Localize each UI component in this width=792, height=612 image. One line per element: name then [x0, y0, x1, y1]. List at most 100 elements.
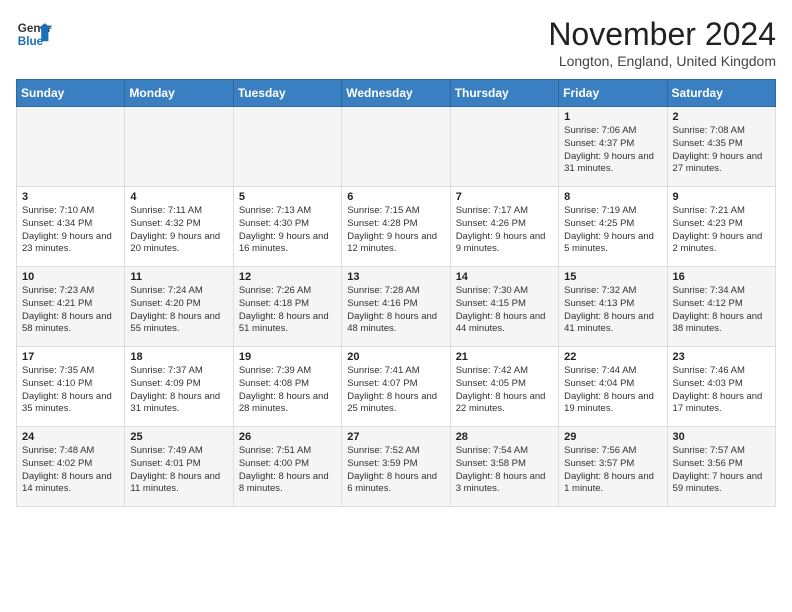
day-number: 27 — [347, 431, 444, 443]
calendar-week-2: 3Sunrise: 7:10 AM Sunset: 4:34 PM Daylig… — [17, 187, 776, 267]
day-number: 19 — [239, 351, 336, 363]
calendar-cell: 2Sunrise: 7:08 AM Sunset: 4:35 PM Daylig… — [667, 107, 775, 187]
day-number: 9 — [673, 191, 770, 203]
day-info: Sunrise: 7:32 AM Sunset: 4:13 PM Dayligh… — [564, 285, 661, 336]
calendar-cell: 14 Sunrise: 7:30 AM Sunset: 4:15 PM Dayli… — [450, 267, 558, 347]
day-info: Sunrise: 7:41 AM Sunset: 4:07 PM Dayligh… — [347, 365, 444, 416]
title-area: November 2024 Longton, England, United K… — [548, 16, 776, 69]
day-info: Sunrise: 7:57 AM Sunset: 3:56 PM Dayligh… — [673, 445, 770, 496]
day-info: Sunrise: 7:06 AM Sunset: 4:37 PM Dayligh… — [564, 125, 661, 176]
day-number: 12 — [239, 271, 336, 283]
calendar-cell: 30 Sunrise: 7:57 AM Sunset: 3:56 PM Dayli… — [667, 427, 775, 507]
calendar-cell: 16Sunrise: 7:34 AM Sunset: 4:12 PM Dayli… — [667, 267, 775, 347]
calendar-cell: 24Sunrise: 7:48 AM Sunset: 4:02 PM Dayli… — [17, 427, 125, 507]
day-info: Sunrise: 7:13 AM Sunset: 4:30 PM Dayligh… — [239, 205, 336, 256]
calendar-cell — [450, 107, 558, 187]
calendar-cell — [233, 107, 341, 187]
day-number: 5 — [239, 191, 336, 203]
calendar-cell: 20 Sunrise: 7:41 AM Sunset: 4:07 PM Dayli… — [342, 347, 450, 427]
calendar-cell: 11 Sunrise: 7:24 AM Sunset: 4:20 PM Dayli… — [125, 267, 233, 347]
calendar-cell: 6 Sunrise: 7:15 AM Sunset: 4:28 PM Daylig… — [342, 187, 450, 267]
calendar-cell: 27Sunrise: 7:52 AM Sunset: 3:59 PM Dayli… — [342, 427, 450, 507]
day-number: 29 — [564, 431, 661, 443]
header-row: Sunday Monday Tuesday Wednesday Thursday… — [17, 80, 776, 107]
day-number: 10 — [22, 271, 119, 283]
calendar-cell: 22Sunrise: 7:44 AM Sunset: 4:04 PM Dayli… — [559, 347, 667, 427]
day-number: 14 — [456, 271, 553, 283]
day-number: 15 — [564, 271, 661, 283]
calendar-cell: 25 Sunrise: 7:49 AM Sunset: 4:01 PM Dayli… — [125, 427, 233, 507]
calendar-cell: 10 Sunrise: 7:23 AM Sunset: 4:21 PM Dayli… — [17, 267, 125, 347]
logo-icon: General Blue — [16, 16, 52, 52]
calendar-header: Sunday Monday Tuesday Wednesday Thursday… — [17, 80, 776, 107]
col-thursday: Thursday — [450, 80, 558, 107]
calendar-cell: 12 Sunrise: 7:26 AM Sunset: 4:18 PM Dayli… — [233, 267, 341, 347]
day-info: Sunrise: 7:49 AM Sunset: 4:01 PM Dayligh… — [130, 445, 227, 496]
calendar-cell: 26 Sunrise: 7:51 AM Sunset: 4:00 PM Dayli… — [233, 427, 341, 507]
day-number: 30 — [673, 431, 770, 443]
day-number: 20 — [347, 351, 444, 363]
day-info: Sunrise: 7:46 AM Sunset: 4:03 PM Dayligh… — [673, 365, 770, 416]
calendar-cell: 9 Sunrise: 7:21 AM Sunset: 4:23 PM Daylig… — [667, 187, 775, 267]
day-number: 22 — [564, 351, 661, 363]
day-info: Sunrise: 7:17 AM Sunset: 4:26 PM Dayligh… — [456, 205, 553, 256]
calendar-cell: 8Sunrise: 7:19 AM Sunset: 4:25 PM Daylig… — [559, 187, 667, 267]
calendar-cell: 23 Sunrise: 7:46 AM Sunset: 4:03 PM Dayli… — [667, 347, 775, 427]
col-sunday: Sunday — [17, 80, 125, 107]
day-number: 26 — [239, 431, 336, 443]
calendar-cell — [125, 107, 233, 187]
calendar-cell: 18 Sunrise: 7:37 AM Sunset: 4:09 PM Dayli… — [125, 347, 233, 427]
calendar-cell: 3Sunrise: 7:10 AM Sunset: 4:34 PM Daylig… — [17, 187, 125, 267]
day-info: Sunrise: 7:30 AM Sunset: 4:15 PM Dayligh… — [456, 285, 553, 336]
col-monday: Monday — [125, 80, 233, 107]
day-info: Sunrise: 7:21 AM Sunset: 4:23 PM Dayligh… — [673, 205, 770, 256]
day-info: Sunrise: 7:24 AM Sunset: 4:20 PM Dayligh… — [130, 285, 227, 336]
calendar-cell — [342, 107, 450, 187]
calendar-cell: 29 Sunrise: 7:56 AM Sunset: 3:57 PM Dayli… — [559, 427, 667, 507]
day-info: Sunrise: 7:08 AM Sunset: 4:35 PM Dayligh… — [673, 125, 770, 176]
page-header: General Blue November 2024 Longton, Engl… — [16, 16, 776, 69]
day-info: Sunrise: 7:34 AM Sunset: 4:12 PM Dayligh… — [673, 285, 770, 336]
day-number: 25 — [130, 431, 227, 443]
day-number: 4 — [130, 191, 227, 203]
day-number: 24 — [22, 431, 119, 443]
day-number: 13 — [347, 271, 444, 283]
calendar-body: 1Sunrise: 7:06 AM Sunset: 4:37 PM Daylig… — [17, 107, 776, 507]
calendar-week-1: 1Sunrise: 7:06 AM Sunset: 4:37 PM Daylig… — [17, 107, 776, 187]
day-number: 11 — [130, 271, 227, 283]
calendar-cell: 7 Sunrise: 7:17 AM Sunset: 4:26 PM Daylig… — [450, 187, 558, 267]
day-info: Sunrise: 7:19 AM Sunset: 4:25 PM Dayligh… — [564, 205, 661, 256]
day-number: 18 — [130, 351, 227, 363]
month-title: November 2024 — [548, 16, 776, 53]
calendar-cell: 13Sunrise: 7:28 AM Sunset: 4:16 PM Dayli… — [342, 267, 450, 347]
logo: General Blue — [16, 16, 52, 52]
calendar-cell: 1Sunrise: 7:06 AM Sunset: 4:37 PM Daylig… — [559, 107, 667, 187]
calendar-week-5: 24Sunrise: 7:48 AM Sunset: 4:02 PM Dayli… — [17, 427, 776, 507]
calendar-cell: 21Sunrise: 7:42 AM Sunset: 4:05 PM Dayli… — [450, 347, 558, 427]
day-info: Sunrise: 7:15 AM Sunset: 4:28 PM Dayligh… — [347, 205, 444, 256]
calendar-cell — [17, 107, 125, 187]
col-friday: Friday — [559, 80, 667, 107]
day-info: Sunrise: 7:39 AM Sunset: 4:08 PM Dayligh… — [239, 365, 336, 416]
calendar-cell: 4 Sunrise: 7:11 AM Sunset: 4:32 PM Daylig… — [125, 187, 233, 267]
day-info: Sunrise: 7:23 AM Sunset: 4:21 PM Dayligh… — [22, 285, 119, 336]
calendar-week-3: 10 Sunrise: 7:23 AM Sunset: 4:21 PM Dayli… — [17, 267, 776, 347]
day-info: Sunrise: 7:54 AM Sunset: 3:58 PM Dayligh… — [456, 445, 553, 496]
day-number: 7 — [456, 191, 553, 203]
day-number: 6 — [347, 191, 444, 203]
day-info: Sunrise: 7:26 AM Sunset: 4:18 PM Dayligh… — [239, 285, 336, 336]
day-number: 23 — [673, 351, 770, 363]
day-info: Sunrise: 7:56 AM Sunset: 3:57 PM Dayligh… — [564, 445, 661, 496]
day-info: Sunrise: 7:37 AM Sunset: 4:09 PM Dayligh… — [130, 365, 227, 416]
calendar-cell: 28 Sunrise: 7:54 AM Sunset: 3:58 PM Dayli… — [450, 427, 558, 507]
calendar-table: Sunday Monday Tuesday Wednesday Thursday… — [16, 79, 776, 507]
day-number: 17 — [22, 351, 119, 363]
day-info: Sunrise: 7:11 AM Sunset: 4:32 PM Dayligh… — [130, 205, 227, 256]
day-info: Sunrise: 7:42 AM Sunset: 4:05 PM Dayligh… — [456, 365, 553, 416]
day-number: 28 — [456, 431, 553, 443]
day-info: Sunrise: 7:51 AM Sunset: 4:00 PM Dayligh… — [239, 445, 336, 496]
day-info: Sunrise: 7:10 AM Sunset: 4:34 PM Dayligh… — [22, 205, 119, 256]
calendar-cell: 15 Sunrise: 7:32 AM Sunset: 4:13 PM Dayli… — [559, 267, 667, 347]
day-info: Sunrise: 7:35 AM Sunset: 4:10 PM Dayligh… — [22, 365, 119, 416]
calendar-cell: 5 Sunrise: 7:13 AM Sunset: 4:30 PM Daylig… — [233, 187, 341, 267]
